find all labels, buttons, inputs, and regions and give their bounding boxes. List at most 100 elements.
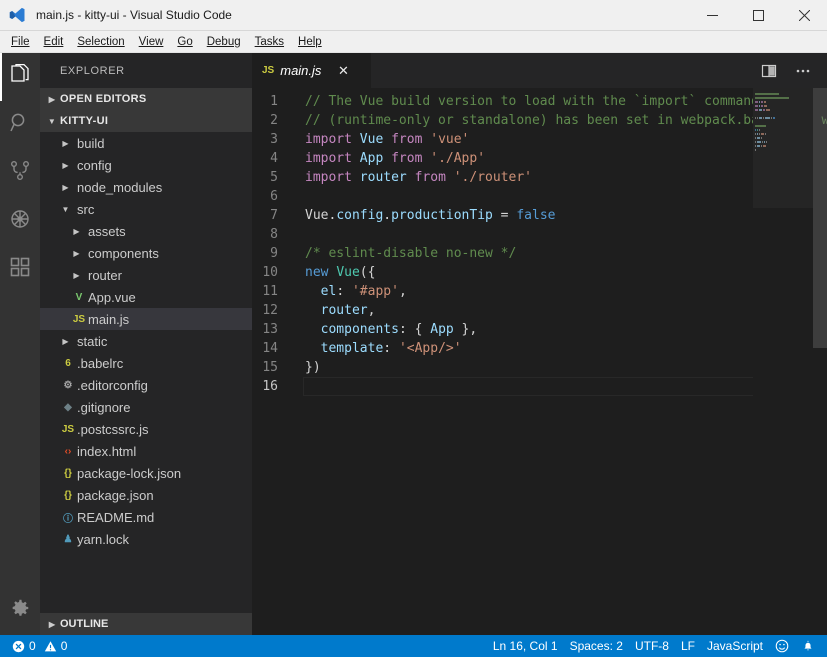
menu-tasks[interactable]: Tasks — [248, 34, 291, 50]
editor-scrollbar[interactable] — [813, 88, 827, 635]
code-line[interactable]: components: { App }, — [305, 320, 827, 339]
bell-icon[interactable] — [795, 635, 821, 657]
chevron-right-icon[interactable]: ▶ — [59, 183, 72, 192]
tree-row-src[interactable]: ▼ src — [40, 198, 252, 220]
close-icon[interactable] — [781, 0, 827, 31]
menu-go[interactable]: Go — [170, 34, 199, 50]
close-icon[interactable]: ✕ — [335, 63, 351, 79]
activity-item-explorer[interactable] — [0, 53, 40, 101]
code-line[interactable]: router, — [305, 301, 827, 320]
menu-file[interactable]: File — [4, 34, 37, 50]
maximize-icon[interactable] — [735, 0, 781, 31]
activity-item-extensions[interactable] — [0, 245, 40, 293]
tree-row-node_modules[interactable]: ▶ node_modules — [40, 176, 252, 198]
code-token: router — [359, 170, 407, 185]
activity-item-source-control[interactable] — [0, 149, 40, 197]
status-problems[interactable]: 0 0 — [6, 635, 73, 657]
activity-item-debug[interactable] — [0, 197, 40, 245]
menu-help[interactable]: Help — [291, 34, 329, 50]
tree-row-components[interactable]: ▶ components — [40, 242, 252, 264]
minimize-icon[interactable] — [689, 0, 735, 31]
minimap-slider[interactable] — [753, 88, 813, 208]
error-count: 0 — [29, 639, 36, 653]
chevron-down-icon[interactable]: ▼ — [59, 205, 72, 214]
editor-group: JS main.js ✕ 1 2 3 4 5 6 7 8 9 10 11 12 … — [252, 53, 827, 635]
code-line[interactable] — [303, 377, 789, 396]
tree-row-build[interactable]: ▶ build — [40, 132, 252, 154]
chevron-right-icon[interactable]: ▶ — [59, 337, 72, 346]
code-content[interactable]: // The Vue build version to load with th… — [300, 88, 827, 635]
section-open-editors[interactable]: ▶ OPEN EDITORS — [40, 88, 252, 110]
chevron-right-icon[interactable]: ▶ — [70, 227, 83, 236]
code-line[interactable] — [305, 187, 827, 206]
tab-main-js[interactable]: JS main.js ✕ — [252, 53, 372, 88]
code-line[interactable]: /* eslint-disable no-new */ — [305, 244, 827, 263]
tree-row-index.html[interactable]: ‹› index.html — [40, 440, 252, 462]
activity-item-manage[interactable] — [0, 585, 40, 635]
chevron-right-icon[interactable]: ▶ — [70, 249, 83, 258]
code-line[interactable]: Vue.config.productionTip = false — [305, 206, 827, 225]
activity-bar — [0, 53, 40, 635]
tree-row-.editorconfig[interactable]: ⚙ .editorconfig — [40, 374, 252, 396]
tree-row-package-lock.json[interactable]: {} package-lock.json — [40, 462, 252, 484]
chevron-down-icon: ▼ — [47, 116, 57, 126]
status-indentation[interactable]: Spaces: 2 — [564, 635, 629, 657]
code-line[interactable]: template: '<App/>' — [305, 339, 827, 358]
menu-view[interactable]: View — [132, 34, 171, 50]
html-icon: ‹› — [64, 445, 72, 457]
chevron-right-icon: ▶ — [48, 94, 56, 104]
code-line[interactable]: import Vue from 'vue' — [305, 130, 827, 149]
warning-icon — [44, 640, 57, 653]
chevron-right-icon[interactable]: ▶ — [59, 161, 72, 170]
code-line[interactable]: el: '#app', — [305, 282, 827, 301]
code-line[interactable]: // (runtime-only or standalone) has been… — [305, 111, 827, 130]
chevron-right-icon[interactable]: ▶ — [70, 271, 83, 280]
code-token: template — [320, 341, 384, 356]
minimap[interactable] — [753, 88, 813, 635]
code-token: false — [516, 208, 556, 223]
menu-edit[interactable]: Edit — [37, 34, 71, 50]
tree-row-router[interactable]: ▶ router — [40, 264, 252, 286]
status-language-mode[interactable]: JavaScript — [701, 635, 769, 657]
status-cursor-position[interactable]: Ln 16, Col 1 — [487, 635, 564, 657]
menu-selection[interactable]: Selection — [70, 34, 131, 50]
code-line[interactable]: import router from './router' — [305, 168, 827, 187]
tree-row-assets[interactable]: ▶ assets — [40, 220, 252, 242]
section-kitty-ui[interactable]: ▼ KITTY-UI — [40, 110, 252, 132]
split-editor-icon[interactable] — [755, 57, 783, 85]
chevron-right-icon[interactable]: ▶ — [59, 139, 72, 148]
tree-row-app.vue[interactable]: V App.vue — [40, 286, 252, 308]
tree-row-readme.md[interactable]: ⓘ README.md — [40, 506, 252, 528]
tree-row-.postcssrc.js[interactable]: JS .postcssrc.js — [40, 418, 252, 440]
code-token: : — [383, 341, 399, 356]
tree-row-label: .postcssrc.js — [77, 421, 149, 437]
code-line[interactable]: import App from './App' — [305, 149, 827, 168]
tree-row-.babelrc[interactable]: 6 .babelrc — [40, 352, 252, 374]
gear-icon — [9, 597, 31, 624]
section-outline[interactable]: ▶ OUTLINE — [40, 613, 252, 635]
line-number: 16 — [262, 379, 278, 394]
code-line[interactable] — [305, 225, 827, 244]
tree-row-main.js[interactable]: JS main.js — [40, 308, 252, 330]
workbench: EXPLORER ▶ OPEN EDITORS ▼ KITTY-UI ▶ buil… — [0, 53, 827, 635]
vscode-logo-icon — [8, 6, 26, 24]
tree-row-config[interactable]: ▶ config — [40, 154, 252, 176]
code-line[interactable]: new Vue({ — [305, 263, 827, 282]
tree-row-package.json[interactable]: {} package.json — [40, 484, 252, 506]
editor-pane[interactable]: 1 2 3 4 5 6 7 8 9 10 11 12 13 14 15 16 // The Vue build… — [252, 88, 827, 635]
smiley-icon[interactable] — [769, 635, 795, 657]
menu-help-label: Help — [298, 35, 322, 48]
status-eol[interactable]: LF — [675, 635, 701, 657]
code-line[interactable]: // The Vue build version to load with th… — [305, 92, 827, 111]
debug-icon — [8, 207, 32, 236]
scrollbar-thumb[interactable] — [813, 88, 827, 348]
activity-item-search[interactable] — [0, 101, 40, 149]
tree-row-yarn.lock[interactable]: ♟ yarn.lock — [40, 528, 252, 550]
ellipsis-icon[interactable] — [789, 57, 817, 85]
tree-row-.gitignore[interactable]: ◆ .gitignore — [40, 396, 252, 418]
code-line[interactable]: }) — [305, 358, 827, 377]
status-encoding[interactable]: UTF-8 — [629, 635, 675, 657]
menu-debug[interactable]: Debug — [200, 34, 248, 50]
tree-row-label: .babelrc — [77, 355, 124, 371]
tree-row-static[interactable]: ▶ static — [40, 330, 252, 352]
